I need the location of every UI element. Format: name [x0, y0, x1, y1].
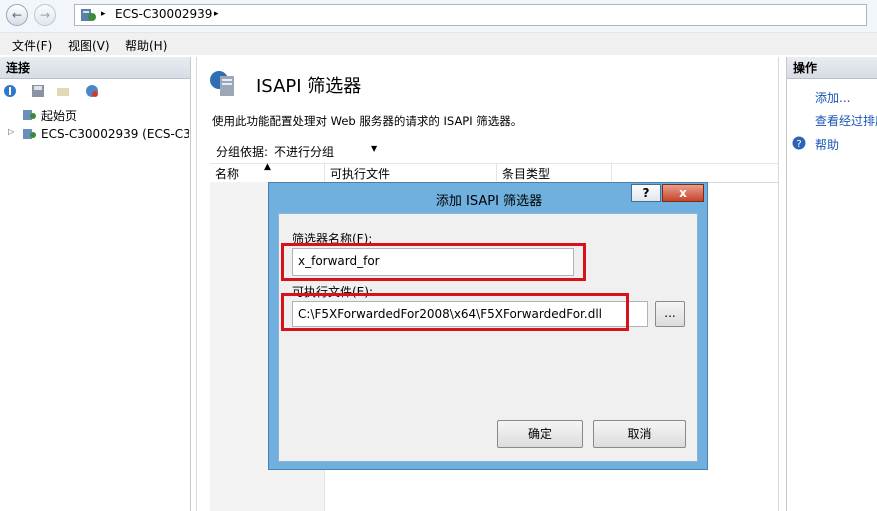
globe-icon[interactable] — [85, 84, 99, 98]
breadcrumb-server[interactable]: ECS-C30002939 — [115, 7, 212, 21]
save-icon[interactable] — [31, 84, 45, 98]
menu-view[interactable]: 视图(V) — [68, 37, 110, 54]
page-description: 使用此功能配置处理对 Web 服务器的请求的 ISAPI 筛选器。 — [212, 114, 523, 128]
page-title: ISAPI 筛选器 — [256, 76, 362, 97]
help-icon: ? — [792, 136, 806, 150]
column-header-executable[interactable]: 可执行文件 — [330, 165, 390, 182]
menu-help[interactable]: 帮助(H) — [125, 37, 167, 54]
isapi-filters-icon — [208, 68, 240, 100]
forward-button[interactable]: → — [34, 4, 56, 26]
connect-icon[interactable] — [3, 84, 17, 98]
breadcrumb-separator[interactable]: ▸ — [214, 9, 219, 19]
breadcrumb-separator: ▸ — [101, 9, 106, 19]
menu-file[interactable]: 文件(F) — [12, 37, 52, 54]
ok-button[interactable]: 确定 — [497, 420, 583, 448]
sort-ascending-icon: ▲ — [264, 162, 271, 172]
column-header-name[interactable]: 名称 — [215, 165, 239, 182]
start-page-icon — [22, 109, 36, 121]
group-by-dropdown[interactable]: 不进行分组 ▼ — [272, 140, 384, 160]
server-icon — [80, 8, 96, 22]
group-by-label: 分组依据: — [216, 145, 269, 159]
list-header — [210, 163, 778, 183]
column-header-entry-type[interactable]: 条目类型 — [502, 165, 550, 182]
tree-item-server[interactable]: ECS-C30002939 (ECS-C300 — [41, 127, 189, 141]
action-help[interactable]: 帮助 — [815, 136, 839, 153]
svg-text:?: ? — [796, 139, 801, 150]
folder-icon[interactable] — [56, 84, 70, 98]
server-node-icon — [22, 128, 36, 140]
actions-header: 操作 — [787, 57, 877, 79]
dialog-close-button[interactable]: x — [662, 184, 704, 202]
connections-header: 连接 — [0, 57, 190, 79]
highlight-box-executable — [281, 293, 629, 331]
back-button[interactable]: ← — [6, 4, 28, 26]
tree-item-start-page[interactable]: 起始页 — [41, 107, 77, 124]
highlight-box-filter-name — [281, 243, 586, 281]
browse-button[interactable]: ... — [655, 301, 685, 327]
action-view-ordered[interactable]: 查看经过排序 — [815, 112, 877, 129]
group-by-value: 不进行分组 — [274, 145, 335, 159]
connections-panel: 连接 — [0, 57, 191, 511]
dialog-help-button[interactable]: ? — [631, 184, 661, 202]
cancel-button[interactable]: 取消 — [593, 420, 686, 448]
dropdown-arrow-icon: ▼ — [371, 144, 378, 153]
action-add[interactable]: 添加... — [815, 89, 850, 106]
